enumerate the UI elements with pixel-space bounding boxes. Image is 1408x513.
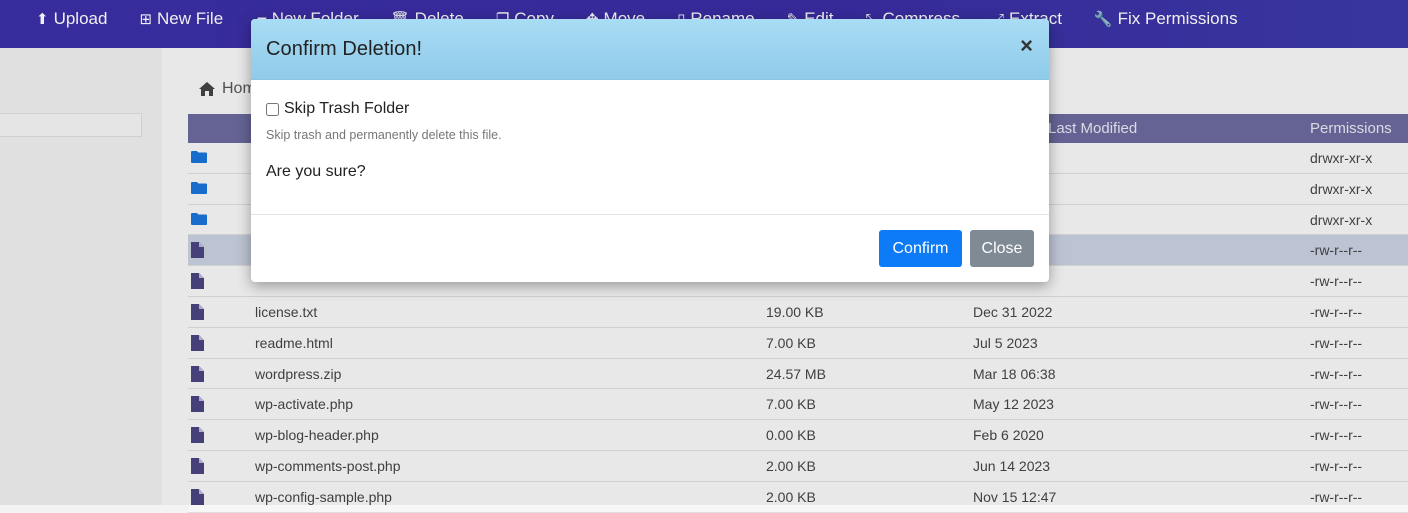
close-icon[interactable]: × — [1020, 35, 1033, 57]
modal-body: Skip Trash Folder Skip trash and permane… — [251, 80, 1049, 215]
skip-trash-label[interactable]: Skip Trash Folder — [284, 100, 409, 118]
close-button[interactable]: Close — [970, 230, 1034, 267]
modal-title: Confirm Deletion! — [266, 38, 423, 60]
skip-trash-checkbox[interactable] — [266, 102, 279, 116]
skip-trash-option[interactable]: Skip Trash Folder — [266, 100, 409, 118]
skip-trash-help: Skip trash and permanently delete this f… — [266, 128, 502, 142]
confirm-deletion-dialog: Confirm Deletion! × Skip Trash Folder Sk… — [251, 19, 1049, 282]
confirm-question: Are you sure? — [266, 163, 366, 180]
modal-footer: Confirm Close — [251, 215, 1049, 282]
modal-header: Confirm Deletion! × — [251, 19, 1049, 80]
confirm-button[interactable]: Confirm — [879, 230, 962, 267]
